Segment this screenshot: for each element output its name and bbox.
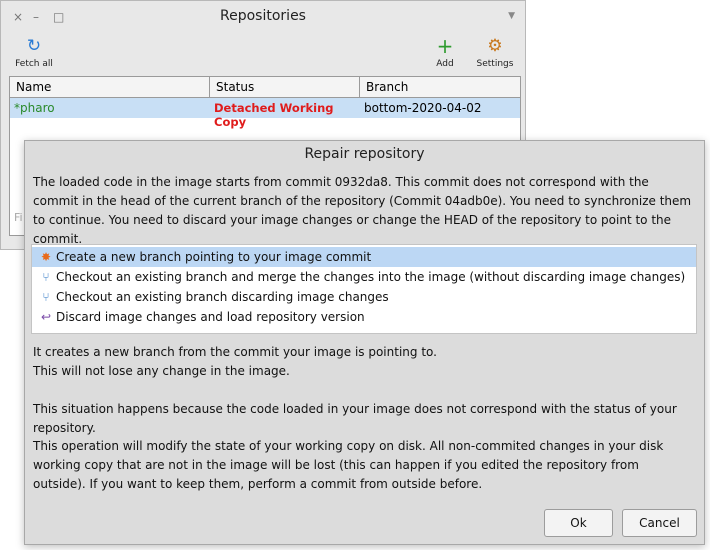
new-branch-icon: ✸ [40, 250, 52, 264]
repair-repository-dialog: Repair repository The loaded code in the… [24, 140, 705, 545]
column-header-status[interactable]: Status [210, 77, 360, 97]
undo-icon: ↩ [40, 310, 52, 324]
option-checkout-merge[interactable]: ⑂ Checkout an existing branch and merge … [32, 267, 696, 287]
fetch-all-button[interactable]: ↻ Fetch all [9, 37, 59, 69]
plus-icon: + [436, 34, 454, 58]
filter-input[interactable]: Fi [14, 211, 23, 224]
repair-options-list: ✸ Create a new branch pointing to your i… [31, 244, 697, 334]
table-row[interactable]: *pharo Detached Working Copy bottom-2020… [10, 98, 520, 129]
explanation-line-2: This will not lose any change in the ima… [33, 364, 290, 378]
option-label: Discard image changes and load repositor… [56, 310, 365, 324]
repo-branch-cell: bottom-2020-04-02 [364, 101, 482, 115]
ok-button[interactable]: Ok [544, 509, 613, 537]
repositories-titlebar[interactable]: × – □ Repositories ▼ [1, 1, 525, 33]
column-header-name[interactable]: Name [10, 77, 210, 97]
repo-status-cell: Detached Working Copy [214, 101, 334, 129]
add-label: Add [436, 59, 454, 69]
column-header-branch[interactable]: Branch [360, 77, 520, 97]
settings-button[interactable]: ⚙ Settings [470, 37, 520, 69]
repo-name-cell: *pharo [14, 101, 55, 115]
window-menu-icon[interactable]: ▼ [508, 11, 515, 21]
option-label: Checkout an existing branch discarding i… [56, 290, 389, 304]
refresh-icon: ↻ [26, 36, 42, 56]
option-label: Checkout an existing branch and merge th… [56, 270, 686, 284]
situation-text: This situation happens because the code … [33, 402, 677, 435]
dialog-description: The loaded code in the image starts from… [33, 175, 692, 246]
option-checkout-discard[interactable]: ⑂ Checkout an existing branch discarding… [32, 287, 696, 307]
settings-label: Settings [476, 59, 514, 69]
fetch-all-label: Fetch all [15, 59, 53, 69]
table-header: Name Status Branch [10, 77, 520, 98]
merge-icon: ⑂ [42, 270, 50, 284]
warning-text: This operation will modify the state of … [33, 439, 664, 491]
option-label: Create a new branch pointing to your ima… [56, 250, 372, 264]
branch-icon: ⑂ [42, 290, 50, 304]
explanation-line-1: It creates a new branch from the commit … [33, 345, 437, 359]
cancel-button[interactable]: Cancel [622, 509, 697, 537]
window-title: Repositories [220, 8, 306, 24]
wrench-gear-icon: ⚙ [487, 36, 503, 56]
add-button[interactable]: + Add [420, 34, 470, 69]
option-create-new-branch[interactable]: ✸ Create a new branch pointing to your i… [32, 247, 696, 267]
option-discard-image-changes[interactable]: ↩ Discard image changes and load reposit… [32, 307, 696, 327]
dialog-title: Repair repository [304, 146, 425, 162]
